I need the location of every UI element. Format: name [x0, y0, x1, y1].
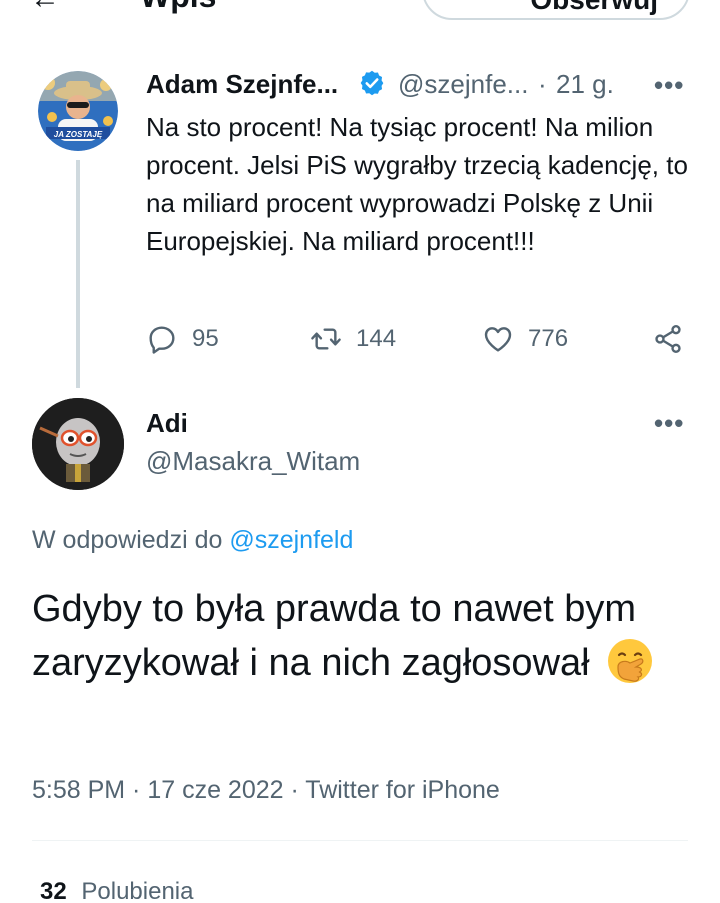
- follow-button[interactable]: Obserwuj: [422, 0, 690, 20]
- thread-line: [76, 160, 80, 388]
- avatar-reply-author[interactable]: [32, 398, 124, 490]
- parent-tweet-text: Na sto procent! Na tysiąc procent! Na mi…: [146, 112, 688, 256]
- replying-to-line: W odpowiedzi do @szejnfeld: [32, 526, 353, 555]
- share-button[interactable]: [652, 318, 684, 360]
- parent-handle[interactable]: @szejnfe...: [398, 69, 528, 100]
- parent-timestamp[interactable]: 21 g.: [556, 69, 614, 100]
- avatar-reply-image: [32, 398, 124, 490]
- reply-tweet-text-block: Gdyby to była prawda to nawet bym zaryzy…: [32, 582, 692, 690]
- reply-handle[interactable]: @Masakra_Witam: [146, 446, 360, 477]
- header-separator: ·: [538, 69, 547, 99]
- like-button[interactable]: 776: [482, 318, 568, 360]
- retweet-icon: [311, 328, 341, 350]
- share-icon: [655, 325, 681, 353]
- more-options-icon[interactable]: •••: [654, 70, 684, 101]
- heart-icon: [484, 327, 512, 352]
- parent-tweet-header: Adam Szejnfe... @szejnfe... · 21 g.: [146, 67, 696, 103]
- retweet-button[interactable]: 144: [310, 318, 396, 360]
- face-with-hand-over-mouth-icon: [608, 639, 653, 683]
- verified-badge-icon: [360, 70, 384, 96]
- reply-display-name[interactable]: Adi: [146, 408, 188, 439]
- reply-count: 95: [192, 325, 219, 352]
- likes-summary-label: Polubienia: [81, 878, 194, 903]
- avatar-parent-author[interactable]: JA ZOSTAJĘ: [38, 71, 118, 151]
- replying-to-prefix: W odpowiedzi do: [32, 526, 223, 554]
- follow-button-label: Obserwuj: [530, 0, 658, 16]
- parent-display-name[interactable]: Adam Szejnfe...: [146, 69, 338, 100]
- retweet-count: 144: [356, 325, 397, 352]
- likes-summary-count: 32: [40, 878, 67, 903]
- parent-tweet-actions: 95 144 776: [146, 318, 696, 360]
- like-count: 776: [528, 325, 569, 352]
- avatar-parent-caption: JA ZOSTAJĘ: [53, 130, 103, 139]
- replying-to-mention[interactable]: @szejnfeld: [229, 526, 353, 554]
- reply-icon: [149, 326, 175, 354]
- top-bar: ← Wpis Obserwuj: [0, 0, 720, 30]
- divider: [32, 840, 688, 841]
- reply-tweet-text: Gdyby to była prawda to nawet bym zaryzy…: [32, 588, 637, 684]
- page-title: Wpis: [140, 0, 216, 15]
- back-arrow-icon[interactable]: ←: [30, 0, 60, 16]
- likes-summary[interactable]: 32 Polubienia: [40, 878, 193, 903]
- more-options-icon[interactable]: •••: [654, 408, 684, 439]
- reply-meta: 5:58 PM · 17 cze 2022 · Twitter for iPho…: [32, 776, 500, 804]
- reply-button[interactable]: 95: [146, 318, 219, 360]
